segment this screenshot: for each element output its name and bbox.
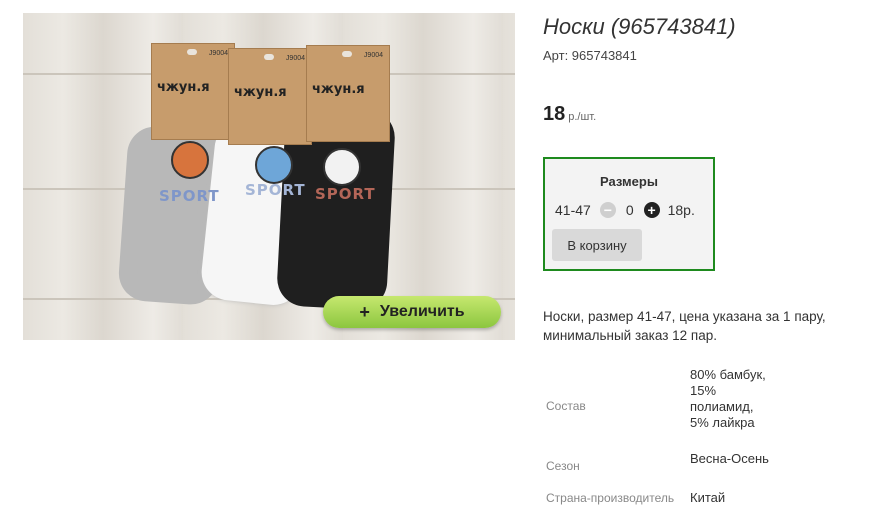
product-description: Носки, размер 41-47, цена указана за 1 п… (543, 309, 826, 343)
price-value: 18 (543, 103, 566, 125)
tag-code: J9004 (363, 52, 383, 59)
property-label: Страна-производитель (546, 491, 675, 505)
quantity-value[interactable]: 0 (626, 202, 634, 218)
tag-code: J9004 (208, 50, 228, 57)
property-value: Весна-Осень (690, 451, 769, 466)
sock-print-text: SPORT (159, 187, 220, 205)
tag-hole (187, 49, 197, 55)
plus-icon[interactable]: + (643, 202, 660, 218)
tag-brand: чжун.я (234, 85, 287, 100)
zoom-button[interactable]: + Увеличить (323, 296, 501, 328)
product-tag: J9004 чжун.я (228, 48, 312, 145)
football-print (323, 148, 361, 186)
product-price: 18 р./шт. (543, 103, 596, 126)
zoom-label: Увеличить (379, 303, 465, 320)
product-tag: J9004 чжун.я (151, 43, 235, 140)
minus-icon[interactable]: − (599, 202, 616, 218)
size-row: 41-47 − 0 + 18р. (555, 202, 695, 218)
football-print (255, 146, 293, 184)
price-unit: р./шт. (568, 111, 597, 123)
size-value: 41-47 (555, 202, 591, 218)
plus-icon: + (359, 301, 370, 322)
sizes-header: Размеры (600, 174, 658, 189)
football-print (171, 141, 209, 179)
property-value: Китай (690, 490, 726, 505)
tag-code: J9004 (285, 55, 305, 62)
product-article: Арт: 965743841 (543, 48, 637, 63)
product-photo[interactable]: SPORT SPORT SPORT J9004 чжун.я J9004 чжу… (23, 13, 515, 340)
sizes-panel: Размеры 41-47 − 0 + 18р. В корзину (543, 157, 715, 271)
add-to-cart-button[interactable]: В корзину (552, 229, 642, 261)
tag-brand: чжун.я (157, 80, 210, 95)
product-title: Носки (965743841) (543, 14, 736, 39)
size-sum: 18р. (667, 202, 695, 218)
property-value: 80% бамбук, 15% полиамид, 5% лайкра (690, 367, 766, 430)
sock-print-text: SPORT (245, 181, 306, 199)
property-label: Состав (546, 399, 586, 413)
tag-hole (342, 51, 352, 57)
tag-hole (264, 54, 274, 60)
tag-brand: чжун.я (312, 82, 365, 97)
property-label: Сезон (546, 459, 580, 473)
sock-print-text: SPORT (315, 185, 376, 203)
product-tag: J9004 чжун.я (306, 45, 390, 142)
